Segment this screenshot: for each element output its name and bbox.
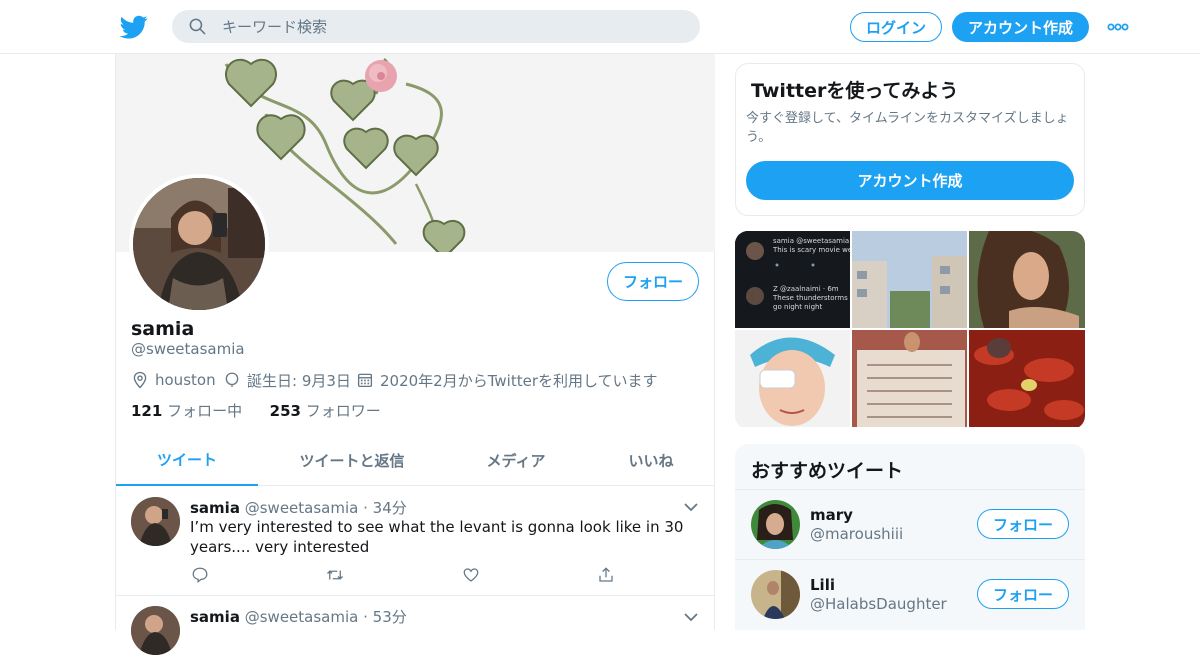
tab-media[interactable]: メディア (456, 434, 576, 486)
media-thumbnail (852, 330, 967, 427)
search-icon (189, 18, 206, 35)
recommended-user-name[interactable]: Lili (810, 576, 835, 594)
media-tile[interactable] (735, 330, 850, 427)
media-tile[interactable] (969, 330, 1085, 427)
profile-birthday: 誕生日: 9月3日 (223, 370, 351, 390)
tweet-author-handle[interactable]: @sweetasamia (245, 608, 359, 626)
more-options-icon[interactable] (1107, 20, 1129, 34)
chevron-down-icon[interactable] (684, 502, 698, 512)
profile-joined: 2020年2月からTwitterを利用しています (356, 370, 658, 390)
recommended-user-avatar[interactable] (751, 500, 800, 549)
tile-text-line: go night night (773, 303, 823, 311)
calendar-icon (357, 373, 373, 388)
recommended-avatar-photo (751, 500, 800, 549)
tab-likes[interactable]: いいね (596, 434, 706, 486)
media-tile[interactable]: samia @sweetasamia This is scary movie w… (735, 231, 850, 328)
signup-card: Twitterを使ってみよう 今すぐ登録して、タイムラインをカスタマイズしましょ… (735, 63, 1085, 216)
recommended-user[interactable]: mary @maroushiii フォロー (735, 489, 1085, 559)
followers-label: フォロワー (305, 402, 381, 420)
birthday-text: 誕生日: 9月3日 (247, 371, 351, 390)
tweet-text: I’m very interested to see what the leva… (190, 518, 684, 556)
location-pin-icon (133, 371, 147, 389)
tweet-author-handle[interactable]: @sweetasamia (245, 499, 359, 517)
tile-text-line: These thunderstorms (773, 294, 848, 302)
media-tile[interactable] (969, 231, 1085, 328)
media-thumbnail (735, 330, 850, 427)
followers-link[interactable]: 253 フォロワー (270, 402, 381, 420)
tweet-item[interactable]: samia @sweetasamia · 34分 I’m very intere… (116, 486, 715, 596)
tweet-avatar-photo (131, 497, 180, 546)
search-box[interactable] (172, 10, 700, 43)
recommended-tweets-card: おすすめツイート mary @maroushiii フォロー Lili @Hal… (735, 444, 1085, 630)
location-text: houston (155, 371, 216, 389)
signup-card-title: Twitterを使ってみよう (751, 80, 959, 102)
media-tile[interactable] (852, 231, 967, 328)
recommended-follow-button[interactable]: フォロー (977, 579, 1069, 609)
media-tile[interactable] (852, 330, 967, 427)
profile-tabs: ツイート ツイートと返信 メディア いいね (116, 434, 715, 486)
avatar-photo (133, 178, 265, 310)
profile-name: samia (131, 318, 195, 340)
recommended-user-handle[interactable]: @HalabsDaughter (810, 595, 947, 613)
recommended-avatar-photo (751, 570, 800, 619)
media-thumbnail (969, 231, 1085, 328)
rose-icon (365, 60, 397, 92)
signup-button[interactable]: アカウント作成 (952, 12, 1089, 42)
follow-counts: 121 フォロー中 253 フォロワー (131, 400, 381, 421)
share-icon[interactable] (597, 566, 615, 584)
balloon-icon (225, 372, 239, 387)
reply-icon[interactable] (191, 566, 209, 584)
tweet-timestamp[interactable]: · 53分 (363, 608, 407, 626)
recommended-user-avatar[interactable] (751, 570, 800, 619)
media-thumbnail (852, 231, 967, 328)
joined-text: 2020年2月からTwitterを利用しています (380, 371, 658, 390)
profile-avatar[interactable] (129, 174, 269, 314)
signup-card-description: 今すぐ登録して、タイムラインをカスタマイズしましょう。 (746, 111, 1069, 145)
followers-count: 253 (269, 402, 301, 420)
tab-tweets-replies[interactable]: ツイートと返信 (276, 434, 428, 486)
tweet-timestamp[interactable]: · 34分 (363, 499, 407, 517)
tweet-header: samia @sweetasamia · 53分 (190, 606, 407, 627)
profile-column: フォロー samia @sweetasamia houston 誕生日: 9月3… (115, 54, 715, 655)
tweet-author-name[interactable]: samia (190, 608, 240, 626)
follow-button[interactable]: フォロー (607, 262, 699, 301)
recommended-title: おすすめツイート (751, 460, 904, 482)
retweet-icon[interactable] (326, 566, 344, 584)
tab-tweets[interactable]: ツイート (116, 434, 258, 486)
media-grid: samia @sweetasamia This is scary movie w… (735, 231, 1085, 429)
tweet-avatar-photo (131, 606, 180, 655)
following-count: 121 (131, 402, 163, 420)
top-bar: ログイン アカウント作成 (0, 0, 1200, 54)
tweet-item[interactable]: samia @sweetasamia · 53分 (116, 596, 715, 655)
profile-location: houston (131, 370, 216, 390)
profile-handle: @sweetasamia (131, 340, 245, 358)
tweet-author-name[interactable]: samia (190, 499, 240, 517)
recommended-follow-button[interactable]: フォロー (977, 509, 1069, 539)
search-input[interactable] (222, 10, 682, 43)
media-thumbnail (969, 330, 1085, 427)
tile-text-line: samia @sweetasamia (773, 237, 850, 245)
tweet-header: samia @sweetasamia · 34分 (190, 497, 407, 518)
following-link[interactable]: 121 フォロー中 (131, 402, 242, 420)
login-button[interactable]: ログイン (850, 12, 942, 42)
tile-text-line: Z @zaalnaimi · 6m (773, 285, 839, 293)
like-heart-icon[interactable] (462, 566, 480, 584)
tweet-avatar[interactable] (131, 497, 180, 546)
twitter-logo-icon[interactable] (120, 13, 148, 41)
following-label: フォロー中 (167, 402, 243, 420)
signup-card-button[interactable]: アカウント作成 (746, 161, 1074, 200)
tile-text-line: This is scary movie we (773, 246, 850, 254)
recommended-user[interactable]: Lili @HalabsDaughter フォロー (735, 559, 1085, 629)
tweet-avatar[interactable] (131, 606, 180, 655)
recommended-user-name[interactable]: mary (810, 506, 853, 524)
chevron-down-icon[interactable] (684, 612, 698, 622)
recommended-user-handle[interactable]: @maroushiii (810, 525, 903, 543)
